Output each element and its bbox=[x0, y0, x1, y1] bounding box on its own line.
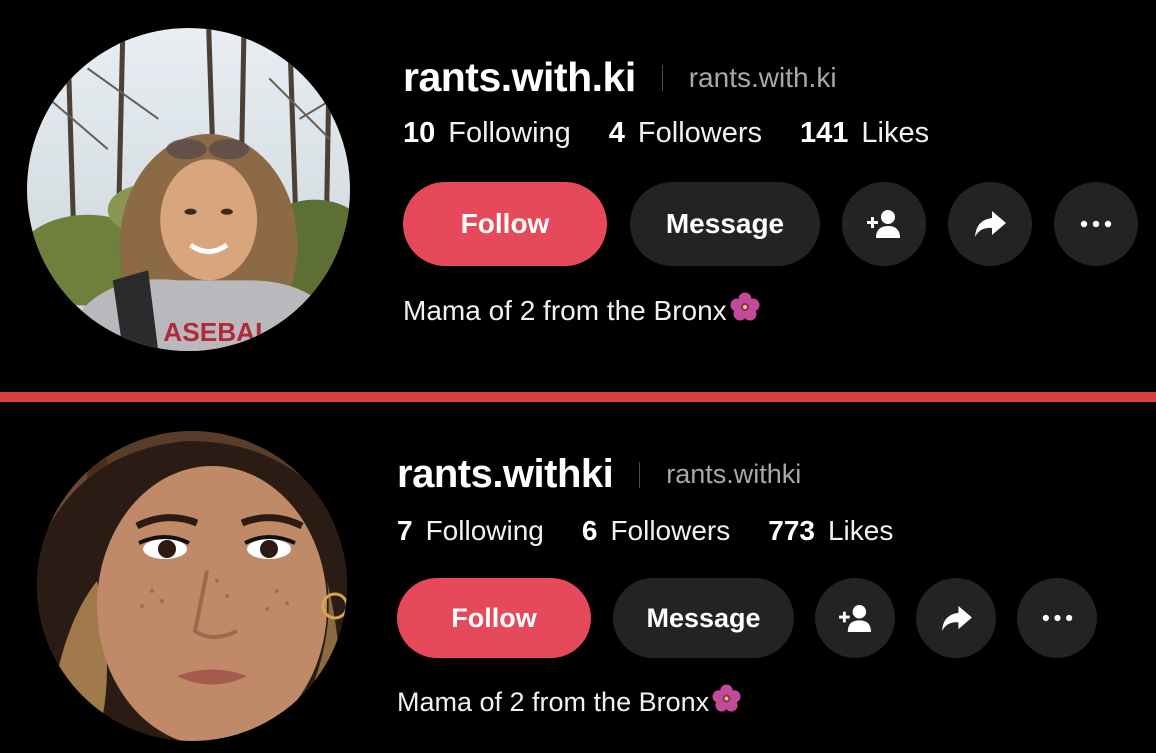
stat-likes: 773 Likes bbox=[768, 515, 893, 547]
stat-label: Following bbox=[448, 117, 571, 149]
action-buttons: Follow Message bbox=[397, 578, 1097, 658]
name-row: rants.withki rants.withki bbox=[397, 452, 801, 497]
stat-followers[interactable]: 6 Followers bbox=[582, 515, 730, 547]
stat-value: 773 bbox=[768, 515, 815, 546]
share-icon bbox=[941, 605, 972, 631]
flower-icon bbox=[711, 684, 742, 720]
username: rants.with.ki bbox=[403, 54, 636, 100]
username: rants.withki bbox=[397, 452, 614, 496]
nickname: rants.withki bbox=[666, 459, 802, 489]
message-button[interactable]: Message bbox=[613, 578, 794, 658]
name-row: rants.with.ki rants.with.ki bbox=[403, 54, 837, 101]
bio-text: Mama of 2 from the Bronx bbox=[403, 294, 727, 326]
stat-value: 6 bbox=[581, 515, 598, 546]
stats-row: 7 Following 6 Followers 773 Likes bbox=[397, 515, 931, 547]
stat-value: 10 bbox=[403, 117, 436, 149]
stat-label: Likes bbox=[861, 117, 930, 149]
stat-following[interactable]: 7 Following bbox=[397, 515, 544, 547]
profile-header-1: ASEBAL rants.with.ki rants.with.ki 10 Fo… bbox=[0, 0, 1156, 392]
message-button[interactable]: Message bbox=[630, 182, 820, 266]
action-buttons: Follow Message bbox=[403, 182, 1138, 266]
more-button[interactable] bbox=[1017, 578, 1097, 658]
more-icon bbox=[1080, 220, 1112, 228]
name-separator bbox=[661, 64, 663, 91]
flower-icon bbox=[729, 292, 761, 329]
share-button[interactable] bbox=[948, 182, 1032, 266]
avatar[interactable] bbox=[37, 431, 347, 741]
add-friend-icon bbox=[838, 604, 871, 632]
avatar[interactable]: ASEBAL bbox=[27, 28, 350, 351]
bio: Mama of 2 from the Bronx bbox=[403, 292, 761, 329]
divider-bar bbox=[0, 392, 1156, 402]
bio-text: Mama of 2 from the Bronx bbox=[397, 686, 710, 717]
more-button[interactable] bbox=[1054, 182, 1138, 266]
stat-label: Followers bbox=[637, 117, 762, 149]
bio: Mama of 2 from the Bronx bbox=[397, 684, 742, 720]
follow-button[interactable]: Follow bbox=[403, 182, 607, 266]
more-icon bbox=[1042, 614, 1072, 622]
nickname: rants.with.ki bbox=[688, 61, 837, 93]
stats-row: 10 Following 4 Followers 141 Likes bbox=[403, 117, 967, 150]
avatar-photo bbox=[37, 431, 347, 741]
stat-label: Followers bbox=[610, 515, 731, 546]
share-icon bbox=[975, 211, 1006, 237]
avatar-photo: ASEBAL bbox=[27, 28, 350, 351]
stat-likes: 141 Likes bbox=[800, 117, 929, 150]
follow-button[interactable]: Follow bbox=[397, 578, 591, 658]
stat-label: Likes bbox=[827, 515, 894, 546]
name-separator bbox=[639, 461, 641, 488]
stat-label: Following bbox=[425, 515, 544, 546]
stat-followers[interactable]: 4 Followers bbox=[609, 117, 762, 150]
add-friend-button[interactable] bbox=[842, 182, 926, 266]
share-button[interactable] bbox=[916, 578, 996, 658]
stat-following[interactable]: 10 Following bbox=[403, 117, 571, 150]
stat-value: 7 bbox=[397, 515, 413, 546]
stat-value: 141 bbox=[800, 117, 849, 149]
stat-value: 4 bbox=[608, 117, 625, 149]
add-friend-icon bbox=[867, 210, 900, 238]
svg-text:ASEBAL: ASEBAL bbox=[163, 317, 271, 347]
profile-header-2: rants.withki rants.withki 7 Following 6 … bbox=[0, 402, 1156, 753]
add-friend-button[interactable] bbox=[815, 578, 895, 658]
